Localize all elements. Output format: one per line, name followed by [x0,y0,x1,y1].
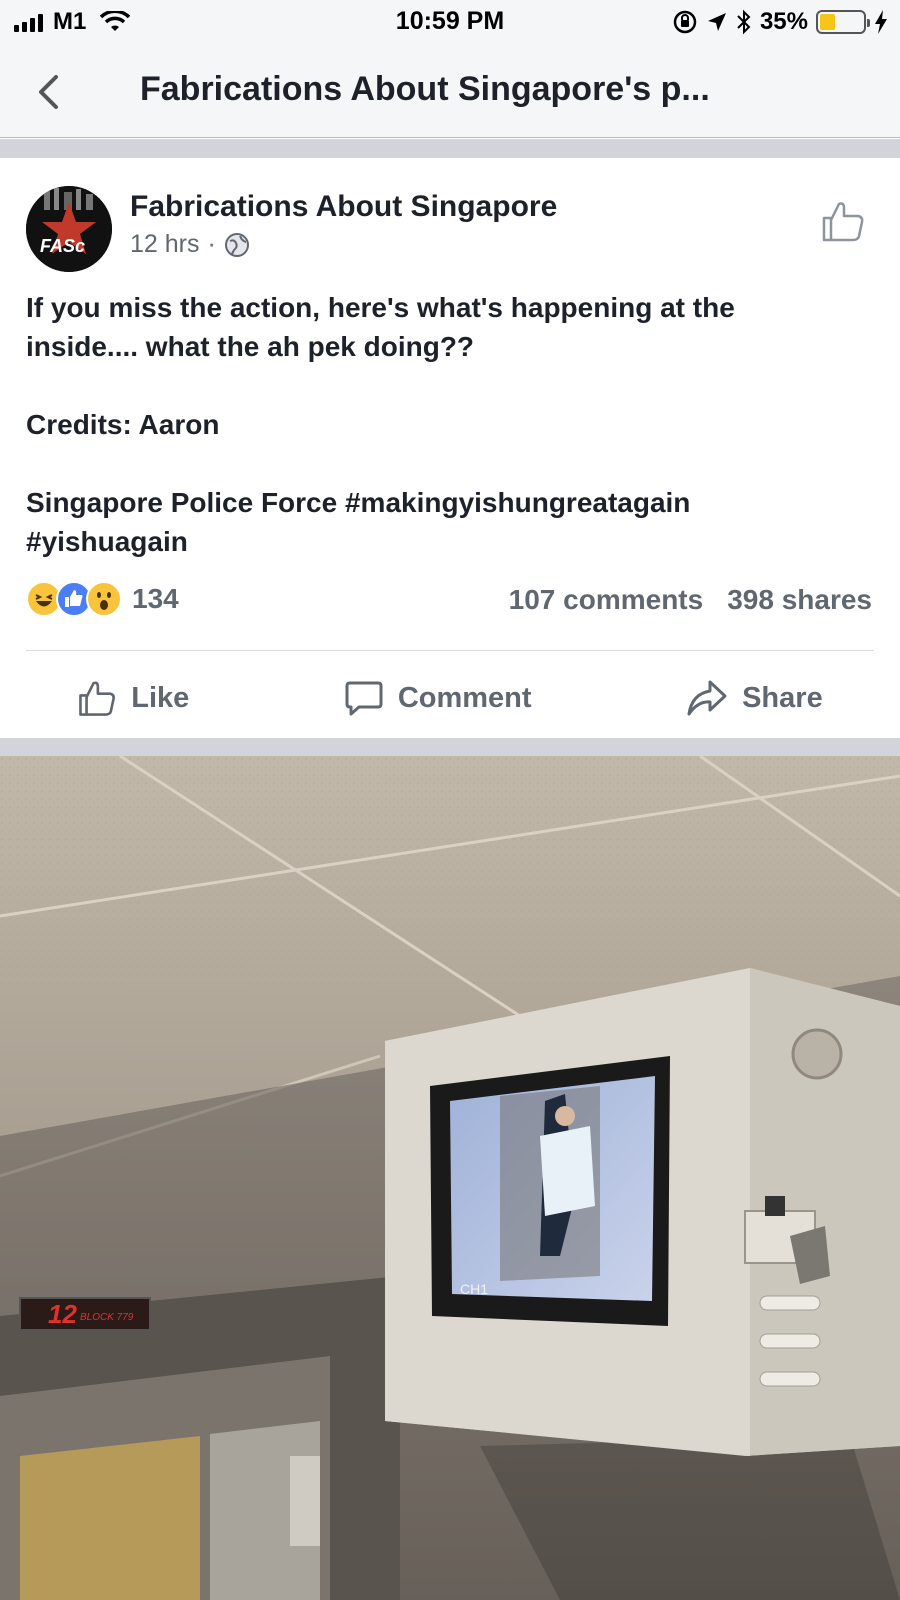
bluetooth-icon [737,9,751,35]
elevator-photo-illustration: 12 BLOCK 779 CH1 [0,756,900,1600]
post-text-line[interactable]: Singapore Police Force #makingyishungrea… [26,483,876,522]
status-bar: M1 10:59 PM 35% [0,0,900,44]
comment-bubble-icon [345,681,383,716]
page-avatar[interactable]: FASc [26,186,112,272]
battery-fill [820,14,835,30]
page-title: Fabrications About Singapore's p... [140,70,710,108]
floor-display-number: 12 [48,1299,77,1329]
block-label: BLOCK 779 [80,1312,134,1323]
separator-band [0,139,900,158]
location-arrow-icon [707,13,726,31]
globe-icon [224,232,249,257]
comments-count-link[interactable]: 107 comments [509,584,704,616]
post-text-line: If you miss the action, here's what's ha… [26,292,735,323]
meta-separator: · [207,230,216,258]
post-time[interactable]: 12 hrs [130,230,199,259]
page-logo-icon: FASc [26,186,112,272]
separator-band [0,738,900,756]
comment-label: Comment [397,681,532,714]
svg-text:FASc: FASc [40,236,85,256]
charging-bolt-icon [875,10,887,34]
post-action-bar: Like Comment Share [0,658,900,738]
battery-icon [816,10,870,34]
share-arrow-icon [687,680,727,716]
post-body: If you miss the action, here's what's ha… [26,288,876,561]
orientation-lock-icon [673,10,697,34]
post-photo[interactable]: 12 BLOCK 779 CH1 [0,756,900,1600]
post-card: FASc Fabrications About Singapore 12 hrs… [0,158,900,738]
post-text-line: inside.... what the ah pek doing?? [26,331,475,362]
engagement-counts: 107 comments 398 shares [509,584,872,616]
thumbs-up-icon [79,681,116,716]
wow-reaction-icon [86,581,122,617]
like-page-icon[interactable] [820,198,866,244]
page-name[interactable]: Fabrications About Singapore [130,190,557,224]
post-meta: 12 hrs · [130,230,250,259]
reactions-summary[interactable]: 134 [26,581,179,617]
shares-count-link[interactable]: 398 shares [727,584,872,616]
post-text-line[interactable]: #yishuagain [26,522,876,561]
back-button[interactable] [30,72,66,112]
post-text-line: Credits: Aaron [26,409,220,440]
comment-button[interactable]: Comment [344,678,532,718]
reaction-count: 134 [132,583,179,614]
post-text-line [26,366,876,405]
share-button[interactable]: Share [686,678,823,718]
divider [26,650,874,651]
monitor-channel-label: CH1 [460,1281,488,1297]
share-label: Share [742,681,823,714]
like-label: Like [131,681,190,714]
chevron-left-icon [39,75,58,109]
post-text-line [26,444,876,483]
status-right: 35% [672,8,888,36]
nav-bar: Fabrications About Singapore's p... [0,44,900,138]
like-button[interactable]: Like [77,678,189,718]
battery-percent: 35% [759,8,808,35]
